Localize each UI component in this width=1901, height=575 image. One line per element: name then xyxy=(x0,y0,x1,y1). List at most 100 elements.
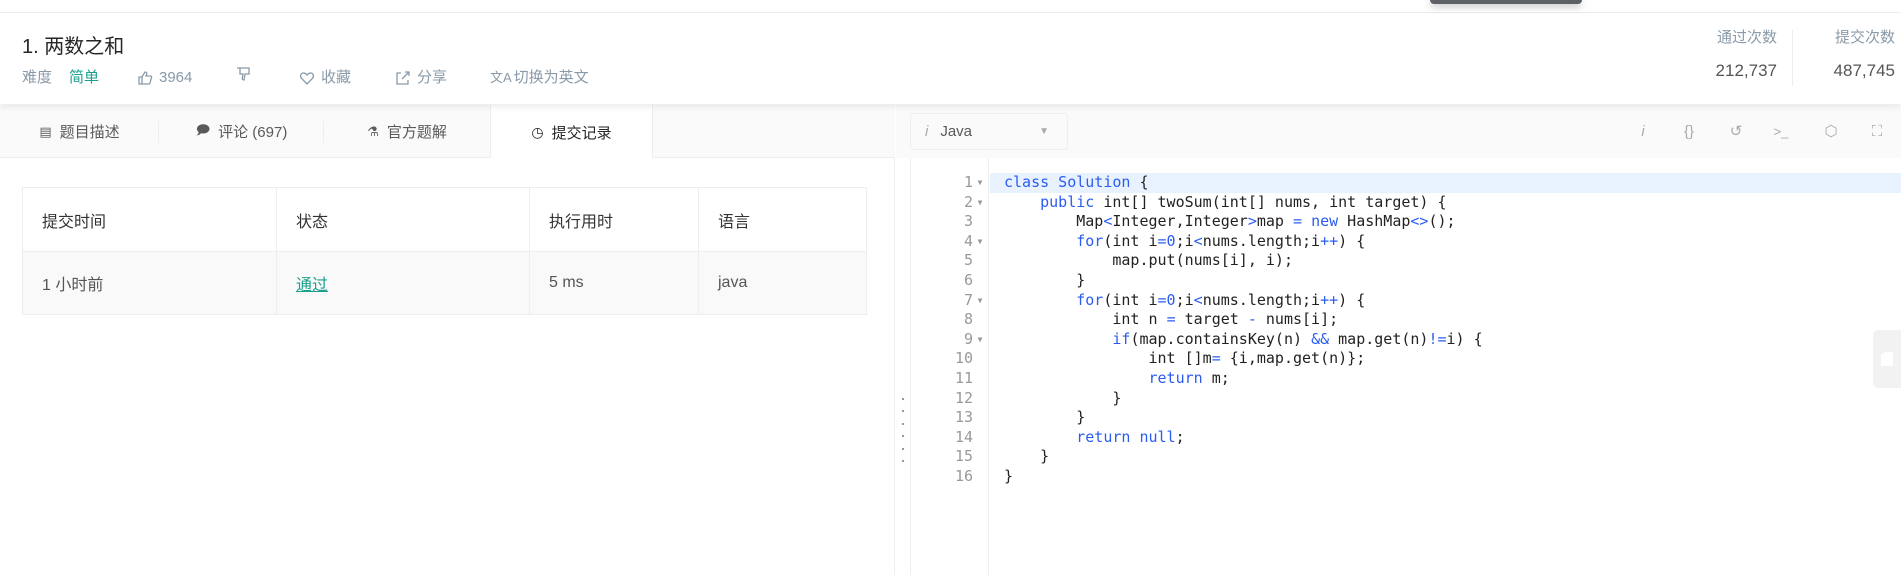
share-icon xyxy=(396,71,410,85)
code-text: } xyxy=(1004,408,1086,427)
table-header-row: 提交时间 状态 执行用时 语言 xyxy=(22,187,867,252)
tab-submissions[interactable]: ◷ 提交记录 xyxy=(490,105,653,159)
code-text: (int i xyxy=(1103,231,1158,250)
code-text: ;i xyxy=(1175,231,1194,250)
code-text: nums.length;i xyxy=(1202,290,1321,309)
code-line: int []m= {i,map.get(n)}; xyxy=(990,349,1901,369)
line-number: 8 xyxy=(963,310,973,329)
submission-count-stat: 提交次数 487,745 xyxy=(1834,26,1895,81)
info-icon[interactable]: i xyxy=(1631,119,1655,143)
code-keyword: ++ xyxy=(1320,290,1339,309)
flask-icon: ⚗ xyxy=(367,123,379,139)
share-button[interactable]: 分享 xyxy=(395,66,447,90)
translate-icon: 文A xyxy=(490,70,512,85)
code-text: map.put(nums[i], i); xyxy=(1004,251,1293,270)
code-line: int n = target - nums[i]; xyxy=(990,310,1901,330)
line-number: 9 xyxy=(963,329,973,348)
share-label: 分享 xyxy=(417,69,448,86)
code-keyword: for xyxy=(1076,231,1104,250)
fold-arrow-icon[interactable]: ▼ xyxy=(974,232,986,252)
code-text: int []m xyxy=(1004,349,1212,368)
line-number: 7 xyxy=(963,290,973,309)
code-text: int n xyxy=(1004,310,1167,329)
chevron-down-icon: ▼ xyxy=(1039,126,1049,137)
favorite-button[interactable]: 收藏 xyxy=(299,66,351,90)
settings-icon[interactable]: ⬡ xyxy=(1819,119,1843,143)
code-keyword: - xyxy=(1247,310,1257,329)
line-number: 4 xyxy=(963,231,973,250)
code-line: map.put(nums[i], i); xyxy=(990,251,1901,271)
submission-runtime: 5 ms xyxy=(529,251,699,315)
code-keyword: < xyxy=(1193,290,1203,309)
thumbs-up-icon xyxy=(138,71,153,85)
column-header-status: 状态 xyxy=(276,187,530,252)
language-select[interactable]: i Java ▼ xyxy=(910,113,1068,150)
code-line: if(map.containsKey(n) && map.get(n)!=i) … xyxy=(990,330,1901,350)
code-text: } xyxy=(1004,467,1014,485)
line-number: 2 xyxy=(963,192,973,211)
fullscreen-icon[interactable]: ⛶ xyxy=(1865,119,1889,143)
code-editor[interactable]: 1 ▼ 2 ▼ 3 4 ▼ 5 6 7 ▼ 8 9 ▼ 10 11 12 13 14 15 16 class Solut… xyxy=(910,158,1901,575)
tab-label: 评论 (697) xyxy=(218,124,288,141)
reset-icon[interactable]: ↺ xyxy=(1724,119,1748,143)
submission-status-link[interactable]: 通过 xyxy=(296,277,328,294)
problem-meta: 难度 简单 3964 收藏 分享 文A 切换为英文 xyxy=(0,66,700,90)
code-keyword: < xyxy=(1193,231,1203,250)
tab-description[interactable]: ▤ 题目描述 xyxy=(0,105,159,158)
floating-note-button[interactable] xyxy=(1873,330,1901,388)
format-braces-icon[interactable]: {} xyxy=(1677,119,1701,143)
code-keyword: <> xyxy=(1410,212,1429,231)
code-line: } xyxy=(990,408,1901,428)
code-line: return null; xyxy=(990,428,1901,448)
code-text: } xyxy=(1004,388,1122,407)
line-number: 14 xyxy=(954,427,973,446)
fold-arrow-icon[interactable]: ▼ xyxy=(974,330,986,350)
stat-label: 提交次数 xyxy=(1834,29,1895,46)
difficulty-badge: 简单 xyxy=(69,69,100,86)
panel-resize-handle[interactable] xyxy=(902,398,905,462)
code-line: } xyxy=(990,467,1901,487)
submissions-panel: 提交时间 状态 执行用时 语言 1 小时前 通过 5 ms java xyxy=(0,158,895,575)
code-text: {i,map.get(n)}; xyxy=(1220,349,1366,368)
code-keyword: return null xyxy=(1076,427,1176,446)
line-number-gutter: 1 ▼ 2 ▼ 3 4 ▼ 5 6 7 ▼ 8 9 ▼ 10 11 12 13 14 15 16 xyxy=(911,158,989,575)
code-text: ) { xyxy=(1338,290,1366,309)
info-icon: i xyxy=(925,123,929,140)
fold-arrow-icon[interactable]: ▼ xyxy=(974,173,986,193)
line-number: 10 xyxy=(954,349,973,368)
like-button[interactable]: 3964 xyxy=(137,66,192,90)
code-keyword: = xyxy=(1166,310,1176,329)
translate-label: 切换为英文 xyxy=(513,69,589,86)
code-line: class Solution { xyxy=(990,173,1901,193)
code-keyword: class Solution xyxy=(1004,173,1131,191)
tab-comments[interactable]: 🗩 评论 (697) xyxy=(159,105,324,158)
table-row: 1 小时前 通过 5 ms java xyxy=(22,251,867,315)
code-keyword: ++ xyxy=(1320,231,1339,250)
console-icon[interactable]: >_ xyxy=(1769,119,1793,143)
stat-value: 487,745 xyxy=(1833,61,1895,80)
code-text: HashMap xyxy=(1338,212,1411,231)
fold-arrow-icon[interactable]: ▼ xyxy=(974,193,986,213)
stat-divider xyxy=(1792,30,1793,86)
code-line: public int[] twoSum(int[] nums, int targ… xyxy=(990,193,1901,213)
note-icon xyxy=(1881,352,1893,366)
line-number: 12 xyxy=(954,388,973,407)
tab-solution[interactable]: ⚗ 官方题解 xyxy=(324,105,490,158)
code-keyword: return xyxy=(1148,369,1203,387)
top-bar xyxy=(0,0,1901,13)
code-keyword: =0 xyxy=(1157,290,1176,309)
line-number: 11 xyxy=(954,369,973,387)
submission-time: 1 小时前 xyxy=(22,251,277,315)
problem-title: 1. 两数之和 xyxy=(22,36,125,58)
dislike-button[interactable] xyxy=(235,66,251,82)
code-line: } xyxy=(990,271,1901,291)
clock-icon: ◷ xyxy=(531,123,544,140)
problem-header: 1. 两数之和 难度 简单 3964 收藏 分享 文A 切换为英文 通过次数 2… xyxy=(0,14,1901,104)
code-text: m; xyxy=(1202,369,1230,387)
translate-button[interactable]: 文A 切换为英文 xyxy=(490,66,589,90)
code-text: ;i xyxy=(1175,290,1194,309)
fold-arrow-icon[interactable]: ▼ xyxy=(974,291,986,311)
